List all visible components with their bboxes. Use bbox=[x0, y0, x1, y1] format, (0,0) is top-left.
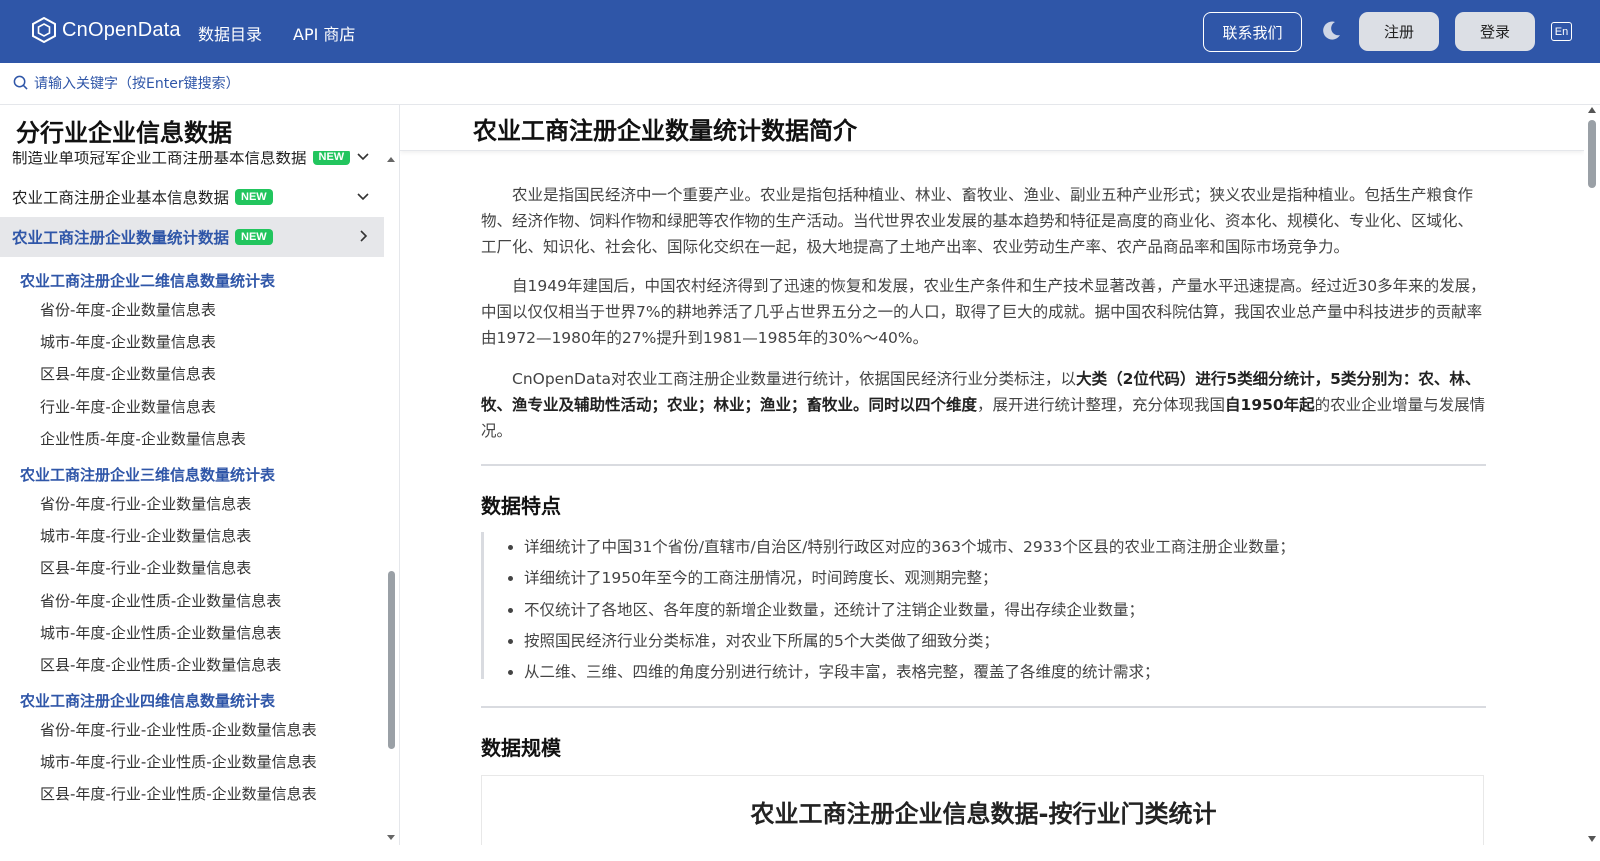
list-item: 按照国民经济行业分类标准，对农业下所属的5个大类做了细致分类； bbox=[524, 626, 1295, 657]
main-scrollbar[interactable] bbox=[1584, 105, 1600, 845]
sub-item[interactable]: 城市-年度-行业-企业性质-企业数量信息表 bbox=[40, 751, 317, 772]
table-title: 农业工商注册企业信息数据-按行业门类统计 bbox=[750, 800, 1217, 828]
sub-item[interactable]: 省份-年度-企业性质-企业数量信息表 bbox=[40, 590, 281, 611]
new-badge: NEW bbox=[312, 151, 351, 165]
chevron-down-icon bbox=[357, 193, 369, 201]
main-title-bar: 农业工商注册企业数量统计数据简介 bbox=[400, 105, 1584, 151]
search-bar bbox=[0, 63, 1600, 105]
list-item: 从二维、三维、四维的角度分别进行统计，字段丰富，表格完整，覆盖了各维度的统计需求… bbox=[524, 657, 1295, 688]
list-item: 详细统计了1950年至今的工商注册情况，时间跨度长、观测期完整； bbox=[524, 563, 1295, 594]
menu-item-agri-count-stats[interactable]: 农业工商注册企业数量统计数据 NEW bbox=[0, 217, 384, 257]
main-content: 农业工商注册企业数量统计数据简介 农业是指国民经济中一个重要产业。农业是指包括种… bbox=[400, 105, 1584, 845]
divider bbox=[481, 464, 1486, 466]
main-nav: 数据目录 API 商店 bbox=[198, 21, 355, 45]
sub-item[interactable]: 区县-年度-行业-企业性质-企业数量信息表 bbox=[40, 783, 317, 804]
scroll-down-arrow-icon[interactable] bbox=[1588, 836, 1596, 842]
chevron-down-icon bbox=[357, 153, 369, 161]
menu-item-manufacturing-champion[interactable]: 制造业单项冠军企业工商注册基本信息数据 NEW bbox=[0, 151, 384, 177]
sub-item[interactable]: 区县-年度-企业性质-企业数量信息表 bbox=[40, 654, 281, 675]
sub-item[interactable]: 行业-年度-企业数量信息表 bbox=[40, 396, 216, 417]
logo[interactable]: CnOpenData bbox=[32, 17, 181, 43]
intro-paragraph-2: 自1949年建国后，中国农村经济得到了迅速的恢复和发展，农业生产条件和生产技术显… bbox=[481, 277, 1486, 347]
data-table-card: 农业工商注册企业信息数据-按行业门类统计 bbox=[481, 775, 1484, 845]
contact-us-button[interactable]: 联系我们 bbox=[1203, 12, 1302, 52]
search-icon bbox=[13, 75, 28, 90]
new-badge: NEW bbox=[235, 189, 273, 205]
sub-item[interactable]: 企业性质-年度-企业数量信息表 bbox=[40, 428, 246, 449]
p3-text-1: CnOpenData对农业工商注册企业数量进行统计，依据国民经济行业分类标注，以 bbox=[512, 370, 1077, 388]
sidebar-menu: 制造业单项冠军企业工商注册基本信息数据 NEW 农业工商注册企业基本信息数据 N… bbox=[0, 151, 384, 845]
sidebar-scrollbar[interactable] bbox=[384, 151, 398, 845]
divider bbox=[481, 706, 1486, 708]
register-button[interactable]: 注册 bbox=[1359, 12, 1439, 51]
group-3d-stats[interactable]: 农业工商注册企业三维信息数量统计表 bbox=[20, 464, 275, 485]
sidebar-title: 分行业企业信息数据 bbox=[16, 119, 232, 147]
search-input[interactable] bbox=[34, 72, 434, 96]
sub-item[interactable]: 省份-年度-行业-企业数量信息表 bbox=[40, 493, 251, 514]
moon-icon[interactable] bbox=[1320, 20, 1342, 42]
intro-paragraph-1: 农业是指国民经济中一个重要产业。农业是指包括种植业、林业、畜牧业、渔业、副业五种… bbox=[481, 186, 1474, 256]
hexagon-logo-icon bbox=[32, 17, 56, 43]
p3-bold-2: 自1950年起 bbox=[1225, 396, 1315, 414]
sub-item[interactable]: 城市-年度-企业数量信息表 bbox=[40, 331, 216, 352]
scale-heading: 数据规模 bbox=[481, 736, 561, 760]
login-button[interactable]: 登录 bbox=[1455, 12, 1535, 51]
language-toggle[interactable]: En bbox=[1551, 22, 1572, 41]
menu-item-label: 农业工商注册企业数量统计数据 bbox=[12, 229, 230, 247]
menu-item-agri-basic-info[interactable]: 农业工商注册企业基本信息数据 NEW bbox=[0, 177, 384, 217]
scroll-up-arrow-icon[interactable] bbox=[1588, 107, 1596, 113]
top-navbar: CnOpenData 数据目录 API 商店 联系我们 注册 登录 En bbox=[0, 0, 1600, 63]
list-item: 不仅统计了各地区、各年度的新增企业数量，还统计了注销企业数量，得出存续企业数量； bbox=[524, 595, 1295, 626]
group-2d-stats[interactable]: 农业工商注册企业二维信息数量统计表 bbox=[20, 270, 275, 291]
group-4d-stats[interactable]: 农业工商注册企业四维信息数量统计表 bbox=[20, 690, 275, 711]
intro-paragraph-3: CnOpenData对农业工商注册企业数量进行统计，依据国民经济行业分类标注，以… bbox=[481, 366, 1486, 444]
nav-data-catalog[interactable]: 数据目录 bbox=[198, 21, 262, 45]
logo-text: CnOpenData bbox=[62, 18, 181, 41]
sub-item[interactable]: 区县-年度-行业-企业数量信息表 bbox=[40, 557, 251, 578]
sub-item[interactable]: 城市-年度-企业性质-企业数量信息表 bbox=[40, 622, 281, 643]
features-list: 详细统计了中国31个省份/直辖市/自治区/特别行政区对应的363个城市、2933… bbox=[524, 532, 1295, 688]
nav-api-store[interactable]: API 商店 bbox=[293, 21, 355, 45]
p3-text-2: ，展开进行统计整理，充分体现我国 bbox=[977, 396, 1226, 414]
sidebar: 分行业企业信息数据 制造业单项冠军企业工商注册基本信息数据 NEW 农业工商注册… bbox=[0, 105, 400, 845]
page-title: 农业工商注册企业数量统计数据简介 bbox=[473, 117, 857, 145]
sub-item[interactable]: 省份-年度-行业-企业性质-企业数量信息表 bbox=[40, 719, 317, 740]
chevron-right-icon bbox=[360, 230, 368, 242]
sub-item[interactable]: 区县-年度-企业数量信息表 bbox=[40, 363, 216, 384]
main-scroll-thumb[interactable] bbox=[1588, 120, 1596, 188]
sidebar-scroll-thumb[interactable] bbox=[388, 571, 395, 749]
list-item: 详细统计了中国31个省份/直辖市/自治区/特别行政区对应的363个城市、2933… bbox=[524, 532, 1295, 563]
new-badge: NEW bbox=[235, 229, 273, 245]
scroll-up-arrow-icon[interactable] bbox=[387, 157, 395, 162]
menu-item-label: 制造业单项冠军企业工商注册基本信息数据 bbox=[12, 151, 307, 167]
menu-item-label: 农业工商注册企业基本信息数据 bbox=[12, 189, 230, 207]
features-heading: 数据特点 bbox=[481, 494, 561, 518]
sub-item[interactable]: 省份-年度-企业数量信息表 bbox=[40, 299, 216, 320]
features-blockquote: 详细统计了中国31个省份/直辖市/自治区/特别行政区对应的363个城市、2933… bbox=[481, 532, 1486, 681]
scroll-down-arrow-icon[interactable] bbox=[387, 835, 395, 840]
sub-item[interactable]: 城市-年度-行业-企业数量信息表 bbox=[40, 525, 251, 546]
